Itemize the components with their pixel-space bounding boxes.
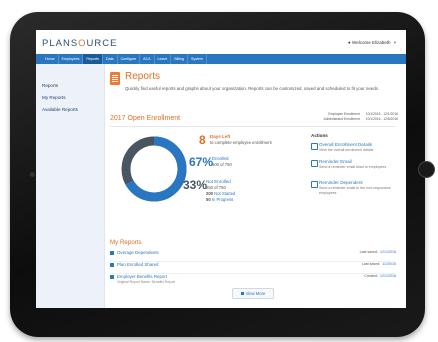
chevron-down-icon: ▾ — [393, 40, 396, 45]
action-desc: Send a reminder email to the non-respons… — [319, 186, 391, 195]
tablet-home-button[interactable] — [418, 161, 435, 178]
not-started-line: 200 Not Started — [206, 191, 235, 196]
days-left-label: Days Left — [210, 134, 231, 139]
meta-date: 12/1/2016 — [380, 274, 396, 278]
sidebar-item-available-reports[interactable]: Available Reports — [42, 107, 78, 112]
enrolled-percent: 67% — [189, 155, 214, 169]
page-title: Reports — [125, 71, 161, 82]
report-link[interactable]: Employer Benefits Report — [117, 274, 167, 279]
reports-icon — [110, 72, 120, 85]
not-enrolled-detail: 250 of 750 — [206, 185, 226, 190]
action-overall-enrollment[interactable]: Overall Enrollment Details — [319, 142, 372, 147]
date-label: Administrator Enrollment — [323, 117, 360, 121]
in-progress-line: 50 In Progress — [206, 197, 233, 202]
date-label: Employee Enrollment — [328, 112, 360, 116]
app-screen: PLANSOURCE ● Welcome Elizabeth ▾ Home Em… — [36, 30, 406, 308]
report-icon — [110, 263, 114, 267]
nav-data[interactable]: Data — [103, 54, 118, 64]
report-meta: Last saved: 11/20/16 — [362, 262, 396, 266]
enrollment-donut-chart — [121, 136, 187, 202]
date-value: 10/1/2016 - 12/1/2016 — [365, 112, 398, 116]
view-more-label: View More — [245, 291, 266, 296]
document-icon — [311, 143, 318, 150]
not-started-count: 200 — [206, 191, 213, 196]
enrollment-title: 2017 Open Enrollment — [110, 115, 181, 122]
nav-system[interactable]: System — [188, 54, 207, 64]
top-nav: Home Employees Reports Data Configure AC… — [36, 54, 406, 64]
nav-home[interactable]: Home — [42, 54, 59, 64]
report-icon — [110, 251, 114, 255]
actions-title: Actions — [311, 133, 328, 138]
not-started-link[interactable]: Not Started — [214, 191, 235, 196]
table-row: Employer Benefits Report Original Report… — [110, 273, 396, 287]
days-left-desc: to complete employee enrollment — [210, 140, 272, 145]
date-value: 10/1/2016 - 12/8/2016 — [365, 117, 398, 121]
report-subtitle: Original Report Name: Benefits Report — [117, 280, 176, 284]
nav-aca[interactable]: ACA — [140, 54, 155, 64]
action-desc: View the overall enrollment details — [319, 148, 374, 152]
action-reminder-email[interactable]: Reminder Email — [319, 159, 352, 164]
divider — [110, 126, 396, 127]
not-enrolled-percent: 33% — [183, 178, 208, 192]
list-icon — [240, 292, 244, 295]
action-reminder-dependent[interactable]: Reminder Dependent — [319, 180, 363, 185]
sidebar-item-my-reports[interactable]: My Reports — [42, 95, 66, 100]
meta-date: 12/1/2016 — [380, 250, 396, 254]
user-icon: ● — [348, 40, 351, 45]
sidebar: Reports My Reports Available Reports — [36, 64, 105, 308]
report-meta: Created: 12/1/2016 — [364, 274, 396, 278]
meta-label: Last saved: — [361, 262, 381, 266]
in-progress-link[interactable]: In Progress — [212, 197, 233, 202]
report-icon — [110, 275, 114, 279]
nav-employees[interactable]: Employees — [59, 54, 84, 64]
not-enrolled-label: Not Enrolled — [206, 179, 231, 184]
nav-reports[interactable]: Reports — [83, 54, 103, 64]
view-more-button[interactable]: View More — [232, 288, 274, 299]
in-progress-count: 50 — [206, 197, 211, 202]
days-left-number: 8 — [199, 133, 206, 147]
page-subtitle: Quickly find useful reports and graphs a… — [125, 86, 380, 91]
meta-label: Created: — [364, 274, 378, 278]
user-menu[interactable]: ● Welcome Elizabeth ▾ — [348, 40, 396, 46]
email-icon — [311, 181, 318, 188]
welcome-text: Welcome Elizabeth — [352, 40, 391, 45]
my-reports-title: My Reports — [110, 239, 142, 246]
meta-date: 11/20/16 — [382, 262, 396, 266]
nav-configure[interactable]: Configure — [118, 54, 141, 64]
enrollment-dates: Employee Enrollment 10/1/2016 - 12/1/2016… — [318, 112, 398, 122]
enrolled-detail: 500 of 750 — [212, 162, 232, 167]
email-icon — [311, 160, 318, 167]
brand-logo[interactable]: PLANSOURCE — [42, 38, 117, 49]
sidebar-item-reports[interactable]: Reports — [42, 83, 58, 88]
nav-billing[interactable]: Billing — [171, 54, 188, 64]
report-link[interactable]: Plan Enrolled Shared — [117, 262, 159, 267]
enrolled-label: Enrolled — [212, 156, 229, 161]
meta-label: Last saved: — [359, 250, 378, 254]
report-link[interactable]: Overage Dependents — [117, 250, 159, 255]
report-meta: Last saved: 12/1/2016 — [360, 250, 396, 254]
action-desc: Send a reminder email blast to employees — [319, 165, 387, 169]
tablet-camera — [30, 172, 35, 177]
nav-leave[interactable]: Leave — [155, 54, 172, 64]
